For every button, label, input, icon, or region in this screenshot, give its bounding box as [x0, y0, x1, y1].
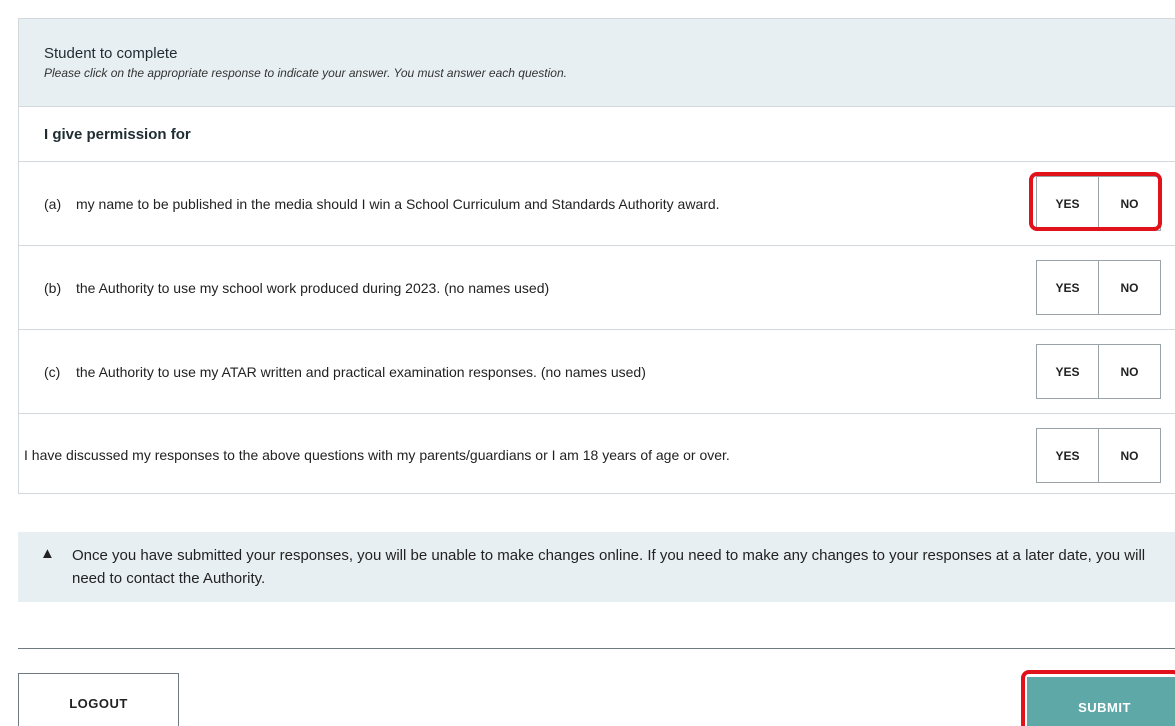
- intro-row: I give permission for: [19, 107, 1175, 162]
- yes-button-b[interactable]: YES: [1037, 261, 1098, 314]
- question-row-c: (c) the Authority to use my ATAR written…: [19, 330, 1175, 414]
- yes-no-toggle-c: YES NO: [1036, 344, 1161, 399]
- consent-page: Student to complete Please click on the …: [0, 0, 1175, 726]
- question-letter: (c): [44, 363, 61, 380]
- question-text: the Authority to use my ATAR written and…: [76, 363, 646, 380]
- panel-subtitle: Please click on the appropriate response…: [44, 66, 567, 80]
- divider: [18, 648, 1175, 649]
- yes-no-toggle-a: YES NO: [1036, 176, 1161, 231]
- submission-notice: ▲ Once you have submitted your responses…: [18, 532, 1175, 602]
- question-text: the Authority to use my school work prod…: [76, 279, 550, 296]
- yes-button-d[interactable]: YES: [1037, 429, 1098, 482]
- question-text: I have discussed my responses to the abo…: [24, 447, 730, 463]
- intro-text: I give permission for: [44, 125, 191, 143]
- yes-no-toggle-b: YES NO: [1036, 260, 1161, 315]
- notice-text: Once you have submitted your responses, …: [72, 547, 1146, 587]
- question-letter: (b): [44, 279, 62, 296]
- yes-button-c[interactable]: YES: [1037, 345, 1098, 398]
- question-row-parental-discussion: I have discussed my responses to the abo…: [19, 414, 1175, 496]
- question-row-a: (a) my name to be published in the media…: [19, 162, 1175, 246]
- no-button-b[interactable]: NO: [1098, 261, 1160, 314]
- no-button-a[interactable]: NO: [1098, 177, 1160, 230]
- question-text: my name to be published in the media sho…: [76, 195, 720, 212]
- submit-button[interactable]: SUBMIT: [1027, 677, 1175, 726]
- no-button-d[interactable]: NO: [1098, 429, 1160, 482]
- question-letter: (a): [44, 195, 62, 212]
- yes-no-toggle-d: YES NO: [1036, 428, 1161, 483]
- panel-header: Student to complete Please click on the …: [19, 19, 1175, 107]
- warning-icon: ▲: [40, 545, 55, 562]
- yes-button-a[interactable]: YES: [1037, 177, 1098, 230]
- no-button-c[interactable]: NO: [1098, 345, 1160, 398]
- panel-title: Student to complete: [44, 45, 178, 62]
- consent-panel: Student to complete Please click on the …: [18, 18, 1175, 494]
- logout-button[interactable]: LOGOUT: [18, 673, 179, 726]
- question-row-b: (b) the Authority to use my school work …: [19, 246, 1175, 330]
